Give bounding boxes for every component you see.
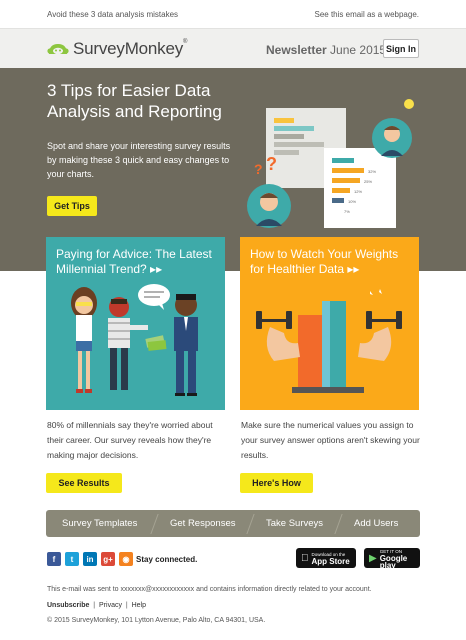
help-link[interactable]: Help	[132, 602, 146, 609]
apple-icon: 	[301, 553, 309, 564]
idea-person-avatar	[372, 99, 414, 158]
bar-chart-pillars	[292, 301, 364, 393]
front-chart-card: 32% 25% 12% 10% 7%	[324, 148, 396, 228]
nav-divider	[334, 514, 343, 534]
hero-body: Spot and share your interesting survey r…	[47, 141, 231, 179]
newsletter-issue: Newsletter June 2015	[266, 43, 386, 57]
twitter-icon[interactable]: t	[65, 552, 79, 566]
nav-survey-templates[interactable]: Survey Templates	[62, 518, 137, 529]
preheader-text: Avoid these 3 data analysis mistakes	[47, 10, 179, 19]
masked-email: xxxxxxx@xxxxxxxxxxxx	[120, 586, 195, 593]
paying-man-figure	[108, 297, 148, 390]
footer-notice: This e-mail was sent to xxxxxxx@xxxxxxxx…	[47, 586, 372, 593]
card-title[interactable]: Paying for Advice: The Latest Millennial…	[56, 247, 221, 277]
copyright: © 2015 SurveyMonkey, 101 Lytton Avenue, …	[47, 617, 266, 624]
surveymonkey-logo[interactable]: SurveyMonkey®	[47, 39, 187, 59]
card-description: Make sure the numerical values you assig…	[241, 420, 420, 460]
millennials-illustration	[71, 284, 198, 396]
heres-how-button[interactable]: Here's How	[240, 473, 313, 493]
footer-nav-bar: Survey Templates Get Responses Take Surv…	[46, 510, 420, 537]
chart-label-5: 7%	[344, 209, 350, 214]
question-mark-icon: ?	[254, 161, 263, 177]
app-store-badge[interactable]:  Download on the App Store	[296, 548, 356, 568]
nav-add-users[interactable]: Add Users	[354, 518, 398, 529]
trademark-mark: ®	[183, 39, 188, 45]
google-play-badge[interactable]: ▶ GET IT ON Google play	[364, 548, 420, 570]
chart-label-3: 12%	[354, 189, 362, 194]
preheader: Avoid these 3 data analysis mistakes See…	[0, 0, 466, 28]
nav-get-responses[interactable]: Get Responses	[170, 518, 235, 529]
link-separator: |	[93, 602, 96, 609]
sweat-drop-icon	[370, 289, 382, 295]
hero-title: 3 Tips for Easier Data Analysis and Repo…	[47, 81, 222, 121]
lightbulb-icon	[404, 99, 414, 109]
newsletter-label: Newsletter	[266, 43, 327, 57]
notice-suffix: and contains information directly relate…	[196, 586, 372, 593]
unsubscribe-link[interactable]: Unsubscribe	[47, 602, 89, 609]
weights-illustration	[256, 289, 402, 393]
googleplus-icon[interactable]: g+	[101, 552, 115, 566]
play-icon: ▶	[369, 552, 377, 564]
dumbbell-right-icon	[366, 311, 402, 329]
brand-name: SurveyMonkey	[73, 39, 184, 58]
article-card-millennials[interactable]: Paying for Advice: The Latest Millennial…	[46, 237, 225, 410]
sign-in-button[interactable]: Sign In	[383, 39, 419, 58]
appstore-big-text: App Store	[304, 557, 350, 566]
advisor-figure	[174, 294, 198, 396]
woman-figure	[71, 287, 97, 393]
dumbbell-left-icon	[256, 311, 292, 329]
rss-icon[interactable]: ◉	[119, 552, 133, 566]
question-mark-icon: ?	[266, 154, 277, 174]
linkedin-icon[interactable]: in	[83, 552, 97, 566]
card-description: 80% of millennials say they're worried a…	[47, 420, 213, 460]
money-bills-icon	[145, 335, 167, 351]
card-title[interactable]: How to Watch Your Weights for Healthier …	[250, 247, 415, 277]
facebook-icon[interactable]: f	[47, 552, 61, 566]
email-header: SurveyMonkey® Newsletter June 2015 Sign …	[0, 28, 466, 68]
see-results-button[interactable]: See Results	[46, 473, 122, 493]
googleplay-big-text: Google play	[379, 553, 408, 570]
chart-label-2: 25%	[364, 179, 372, 184]
get-tips-button[interactable]: Get Tips	[47, 196, 97, 216]
nav-divider	[150, 514, 159, 534]
hero-illustration: 32% 25% 12% 10% 7% ? ?	[247, 99, 414, 228]
monkey-logo-icon	[47, 44, 69, 55]
issue-date: June 2015	[330, 43, 387, 57]
notice-prefix: This e-mail was sent to	[47, 586, 119, 593]
chart-label-4: 10%	[348, 199, 356, 204]
nav-divider	[246, 514, 255, 534]
footer-links: Unsubscribe | Privacy | Help	[47, 602, 146, 609]
privacy-link[interactable]: Privacy	[99, 602, 122, 609]
chart-label-1: 32%	[368, 169, 376, 174]
view-as-webpage-link[interactable]: See this email as a webpage.	[314, 10, 419, 19]
article-card-weights[interactable]: How to Watch Your Weights for Healthier …	[240, 237, 419, 410]
nav-take-surveys[interactable]: Take Surveys	[266, 518, 323, 529]
stay-connected-label: Stay connected.	[136, 555, 198, 564]
speech-bubble-icon	[138, 284, 170, 310]
link-separator: |	[125, 602, 128, 609]
